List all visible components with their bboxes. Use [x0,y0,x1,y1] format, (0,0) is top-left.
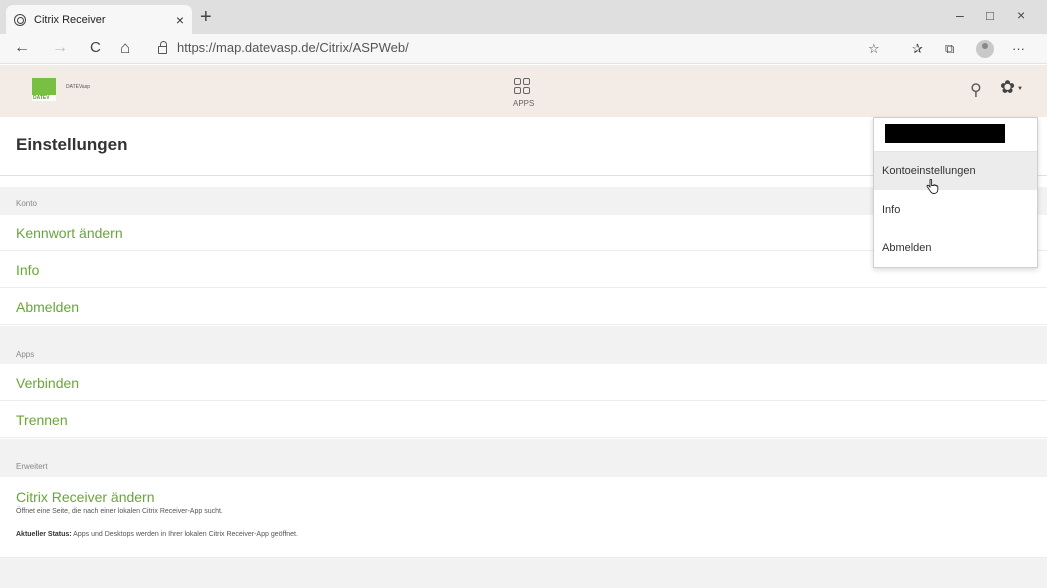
add-favorite-icon[interactable]: ☆ [868,41,880,57]
apps-grid-icon[interactable] [514,78,531,95]
change-receiver-link[interactable]: Citrix Receiver ändern [16,489,155,505]
section-header-apps: Apps [0,326,1047,364]
hand-cursor-icon [926,179,939,194]
section-label: Apps [16,350,35,359]
search-icon[interactable]: ⚲ [970,80,982,100]
settings-dropdown: Kontoeinstellungen Info Abmelden [873,117,1038,268]
close-window-icon[interactable]: × [1017,7,1025,23]
apps-label[interactable]: APPS [513,99,534,108]
connect-link[interactable]: Verbinden [16,375,79,391]
datev-logo: DATEV [32,78,56,101]
maximize-icon[interactable]: □ [986,8,994,23]
receiver-description: Öffnet eine Seite, die nach einer lokale… [16,508,223,515]
tab-title: Citrix Receiver [34,13,106,26]
logout-link[interactable]: Abmelden [16,299,79,315]
section-label: Erweitert [16,462,48,471]
disconnect-link[interactable]: Trennen [16,412,68,428]
minimize-icon[interactable]: – [956,7,964,23]
more-icon[interactable]: ··· [1012,41,1025,56]
list-item: Abmelden [0,289,1047,325]
logout-menu-item[interactable]: Abmelden [874,229,1037,267]
new-tab-button[interactable]: + [200,7,212,27]
account-settings-menu-item[interactable]: Kontoeinstellungen [874,152,1037,190]
logo-name: DATEVasp [66,84,90,90]
forward-arrow-icon[interactable]: → [52,38,68,58]
info-link[interactable]: Info [16,262,39,278]
address-bar[interactable]: https://map.datevasp.de /Citrix/ASPWeb/ [158,40,409,55]
browser-tabstrip: Citrix Receiver × + – □ × [0,0,1047,34]
list-item: Verbinden [0,365,1047,401]
info-menu-item[interactable]: Info [874,191,1037,229]
favorites-icon[interactable]: ✰ [912,41,923,57]
browser-navbar: ← → C ⌂ https://map.datevasp.de /Citrix/… [0,34,1047,64]
list-item: Trennen [0,402,1047,438]
status-text: Apps und Desktops werden in Ihrer lokale… [71,531,298,538]
collections-icon[interactable]: ⧉ [945,41,954,57]
home-icon[interactable]: ⌂ [120,38,130,58]
section-footer [0,558,1047,588]
chevron-down-icon[interactable]: ▼ [1017,86,1023,92]
close-tab-icon[interactable]: × [176,12,184,28]
browser-tab[interactable]: Citrix Receiver × [6,5,192,34]
citrix-favicon-icon [14,13,26,26]
back-arrow-icon[interactable]: ← [14,38,30,58]
gear-icon[interactable]: ✿ [1000,77,1015,98]
receiver-status: Aktueller Status: Apps und Desktops werd… [16,531,298,538]
change-password-link[interactable]: Kennwort ändern [16,225,123,241]
profile-avatar[interactable] [976,40,994,58]
app-header: DATEV DATEVasp APPS ⚲ ✿ ▼ [0,65,1047,117]
section-label: Konto [16,199,37,208]
url-path: /Citrix/ASPWeb/ [315,40,409,55]
user-name-redacted [885,124,1005,143]
section-header-erweitert: Erweitert [0,439,1047,477]
lock-icon [158,40,167,54]
status-label: Aktueller Status: [16,531,72,538]
page-title: Einstellungen [16,135,128,154]
reload-icon[interactable]: C [90,38,101,58]
url-host: https://map.datevasp.de [177,40,316,55]
list-item: Citrix Receiver ändern Öffnet eine Seite… [0,478,1047,558]
